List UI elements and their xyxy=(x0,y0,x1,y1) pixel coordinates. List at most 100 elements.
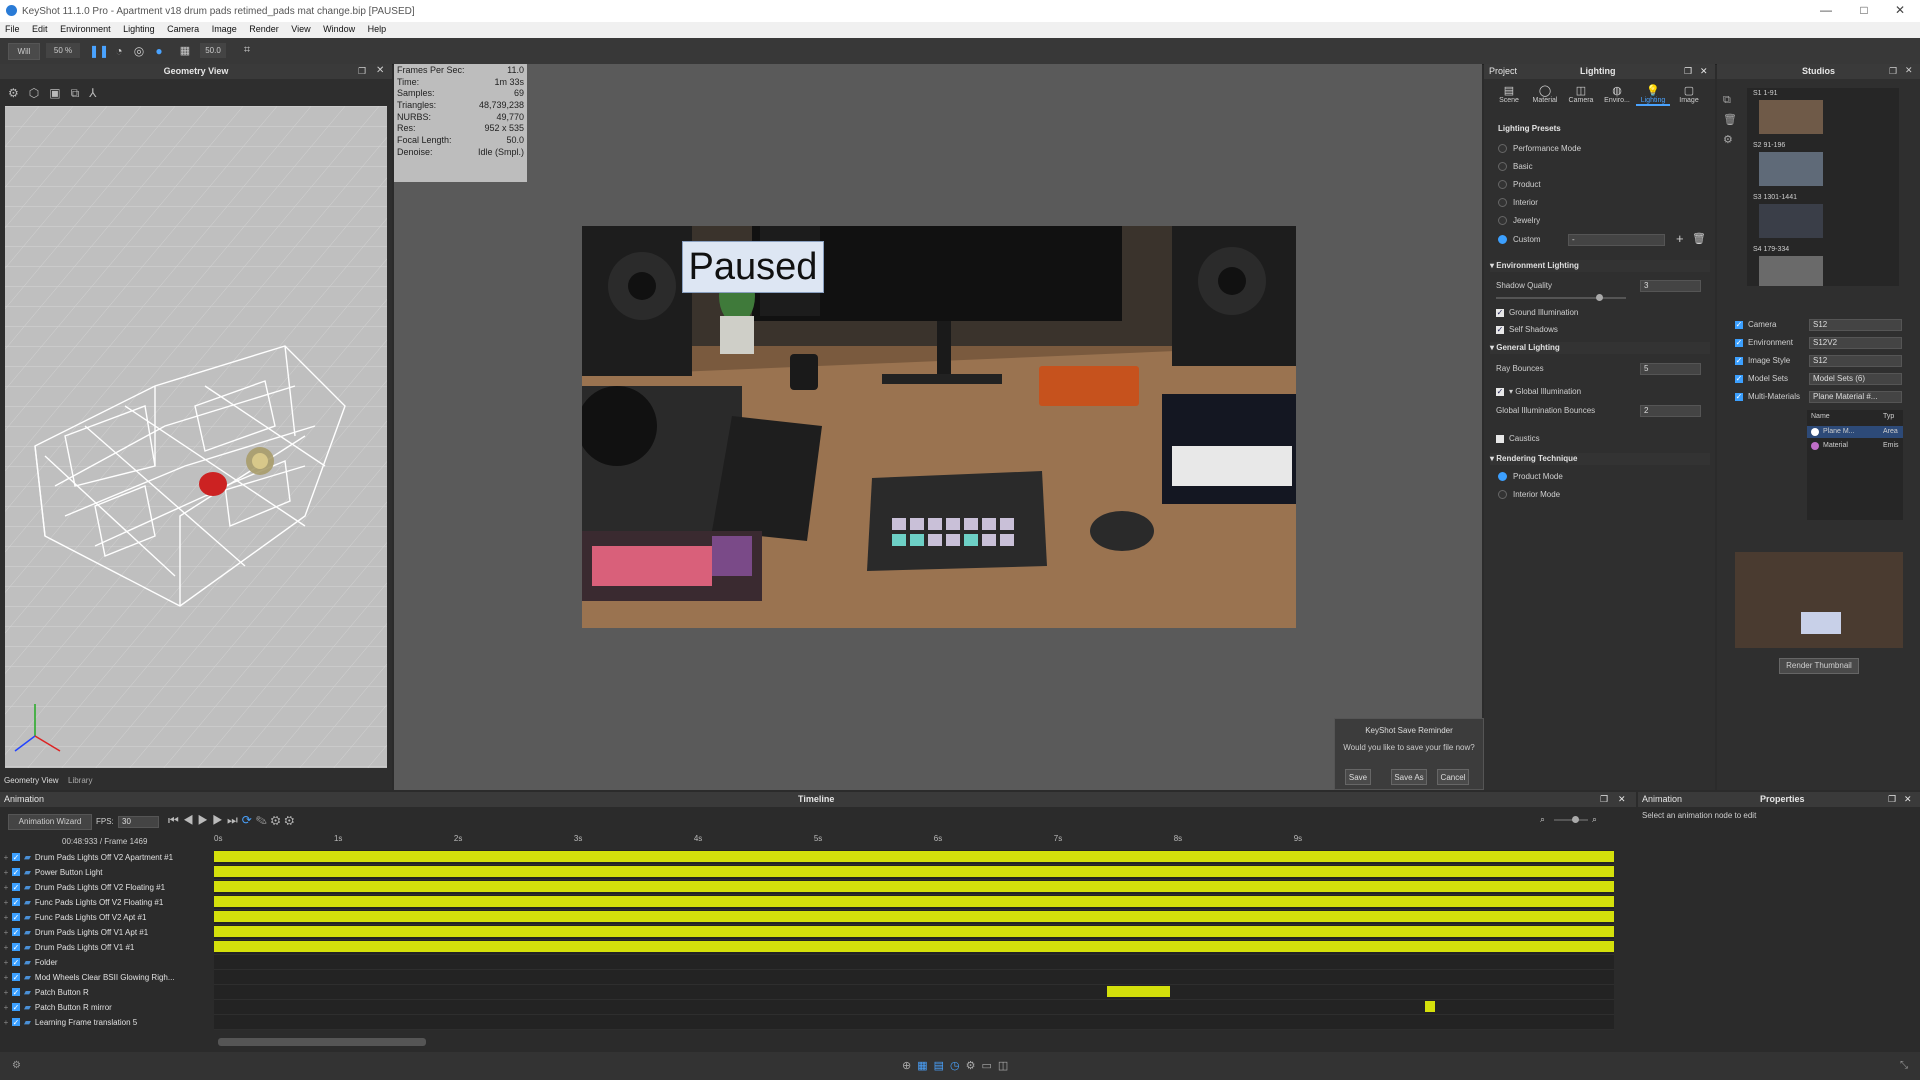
save-as-button[interactable]: Save As xyxy=(1391,769,1427,785)
edit-icon[interactable]: ✎ xyxy=(256,813,271,827)
studio-camera-field[interactable]: S12 xyxy=(1809,319,1902,331)
menu-file[interactable]: File xyxy=(0,22,25,34)
track-keyframe-bar[interactable] xyxy=(214,866,1614,877)
studio-thumbnail[interactable] xyxy=(1759,204,1823,238)
studio-item-label[interactable]: S4 179-334 xyxy=(1753,246,1789,253)
studio-item-label[interactable]: S3 1301-1441 xyxy=(1753,194,1797,201)
track-label[interactable]: + ✓ ▰ Learning Frame translation 5 xyxy=(0,1015,206,1029)
track-checkbox[interactable]: ✓ xyxy=(12,898,20,907)
gi-bounces-field[interactable]: 2 xyxy=(1640,405,1701,417)
preset-jewelry[interactable]: Jewelry xyxy=(1498,216,1540,225)
delete-icon[interactable]: 🗑 xyxy=(1723,110,1737,130)
float-panel-icon[interactable]: ❐ xyxy=(1684,64,1692,79)
resize-icon[interactable]: ⤡ xyxy=(1900,1060,1908,1071)
track-label[interactable]: + ✓ ▰ Patch Button R mirror xyxy=(0,1000,206,1014)
track-row[interactable] xyxy=(214,940,1614,955)
render-thumbnail-button[interactable]: Render Thumbnail xyxy=(1779,658,1859,674)
studio-multi-materials-row[interactable]: ✓ Multi-Materials xyxy=(1735,392,1800,401)
focal-field[interactable]: 50.0 xyxy=(200,43,226,58)
preset-product[interactable]: Product xyxy=(1498,180,1541,189)
menu-view[interactable]: View xyxy=(286,22,315,34)
studio-camera-row[interactable]: ✓ Camera xyxy=(1735,320,1776,329)
track-checkbox[interactable]: ✓ xyxy=(12,1018,20,1027)
track-checkbox[interactable]: ✓ xyxy=(12,913,20,922)
tab-environment[interactable]: ◍ Enviro... xyxy=(1600,84,1634,104)
axis-icon[interactable]: ⅄ xyxy=(89,86,106,100)
add-icon[interactable]: + xyxy=(1676,231,1684,246)
float-panel-icon[interactable]: ❐ xyxy=(358,66,366,77)
track-keyframe-bar[interactable] xyxy=(214,851,1614,862)
track-label[interactable]: + ✓ ▰ Folder xyxy=(0,955,206,969)
shadow-quality-field[interactable]: 3 xyxy=(1640,280,1701,292)
menu-image[interactable]: Image xyxy=(207,22,242,34)
studio-list[interactable]: S1 1-91 S2 91-196 S3 1301-1441 S4 179-33… xyxy=(1747,88,1899,286)
track-label[interactable]: + ✓ ▰ Drum Pads Lights Off V1 Apt #1 xyxy=(0,925,206,939)
env-lighting-section[interactable]: ▾ Environment Lighting xyxy=(1490,260,1710,272)
interior-mode-radio[interactable]: Interior Mode xyxy=(1498,490,1560,499)
track-row[interactable] xyxy=(214,895,1614,910)
float-panel-icon[interactable]: ❐ xyxy=(1600,792,1608,807)
track-keyframe-bar[interactable] xyxy=(1107,986,1171,997)
preset-custom[interactable]: Custom xyxy=(1498,235,1541,244)
gear-icon[interactable]: ⚙ xyxy=(8,86,29,100)
camera-view-icon[interactable]: ▣ xyxy=(49,86,70,100)
tab-camera[interactable]: ◫ Camera xyxy=(1564,84,1598,104)
track-label[interactable]: + ✓ ▰ Mod Wheels Clear BSII Glowing Righ... xyxy=(0,970,206,984)
track-row[interactable] xyxy=(214,910,1614,925)
layers-icon[interactable]: ⧉ xyxy=(71,86,90,100)
tab-geometry-view[interactable]: Geometry View xyxy=(4,776,59,785)
track-row[interactable] xyxy=(214,865,1614,880)
region-icon[interactable]: ◎ xyxy=(132,43,146,58)
close-panel-icon[interactable]: ✕ xyxy=(1618,792,1626,807)
cube-icon[interactable]: ⬡ xyxy=(29,86,49,100)
render-viewport[interactable]: Frames Per Sec: 11.0 Time: 1m 33s Samples:… xyxy=(394,64,1484,790)
track-checkbox[interactable]: ✓ xyxy=(12,973,20,982)
track-keyframe-bar[interactable] xyxy=(1425,1001,1435,1012)
import-icon[interactable]: ⊕ xyxy=(902,1060,917,1072)
track-label[interactable]: + ✓ ▰ Power Button Light xyxy=(0,865,206,879)
track-checkbox[interactable]: ✓ xyxy=(12,928,20,937)
play-icon[interactable]: ▶ xyxy=(198,813,213,827)
menu-camera[interactable]: Camera xyxy=(162,22,204,34)
close-window-button[interactable]: ✕ xyxy=(1882,3,1918,17)
track-keyframe-bar[interactable] xyxy=(214,941,1614,952)
track-keyframe-bar[interactable] xyxy=(214,911,1614,922)
track-label[interactable]: + ✓ ▰ Patch Button R xyxy=(0,985,206,999)
render-icon[interactable]: ▭ xyxy=(982,1060,998,1072)
float-panel-icon[interactable]: ❐ xyxy=(1888,792,1896,807)
zoom-field[interactable]: 50 % xyxy=(46,43,80,58)
product-mode-radio[interactable]: Product Mode xyxy=(1498,472,1563,481)
settings-icon[interactable]: ⚙ xyxy=(271,813,285,827)
track-keyframe-bar[interactable] xyxy=(214,896,1614,907)
studio-image-style-field[interactable]: S12 xyxy=(1809,355,1902,367)
geometry-canvas[interactable] xyxy=(5,106,387,768)
pause-icon[interactable]: ❚❚ xyxy=(89,43,109,58)
table-row[interactable]: Plane M... Area xyxy=(1807,426,1903,438)
studio-thumbnail[interactable] xyxy=(1759,152,1823,186)
preset-basic[interactable]: Basic xyxy=(1498,162,1533,171)
tab-material[interactable]: ◯ Material xyxy=(1528,84,1562,104)
studio-environment-row[interactable]: ✓ Environment xyxy=(1735,338,1793,347)
track-row[interactable] xyxy=(214,970,1614,985)
skip-start-icon[interactable]: ⏮ xyxy=(168,813,183,827)
grid-icon[interactable]: ▦ xyxy=(178,43,192,58)
studio-thumbnail[interactable] xyxy=(1759,256,1823,286)
track-row[interactable] xyxy=(214,1015,1614,1030)
track-checkbox[interactable]: ✓ xyxy=(12,868,20,877)
tab-lighting[interactable]: 💡 Lighting xyxy=(1636,84,1670,106)
track-checkbox[interactable]: ✓ xyxy=(12,943,20,952)
studio-multi-materials-field[interactable]: Plane Material #... xyxy=(1809,391,1902,403)
mode-dropdown[interactable]: Will xyxy=(8,43,40,60)
animation-wizard-button[interactable]: Animation Wizard xyxy=(8,814,92,830)
tab-library[interactable]: Library xyxy=(68,776,92,785)
track-row[interactable] xyxy=(214,925,1614,940)
close-panel-icon[interactable]: ✕ xyxy=(1905,65,1913,76)
library-icon[interactable]: ▦ xyxy=(917,1060,933,1072)
menu-window[interactable]: Window xyxy=(318,22,360,34)
studio-model-sets-field[interactable]: Model Sets (6) xyxy=(1809,373,1902,385)
trash-icon[interactable]: 🗑 xyxy=(1692,232,1706,245)
shadow-quality-slider[interactable] xyxy=(1496,294,1626,301)
track-row[interactable] xyxy=(214,955,1614,970)
step-forward-icon[interactable]: ▶ xyxy=(212,813,227,827)
skip-end-icon[interactable]: ⏭ xyxy=(227,813,242,827)
